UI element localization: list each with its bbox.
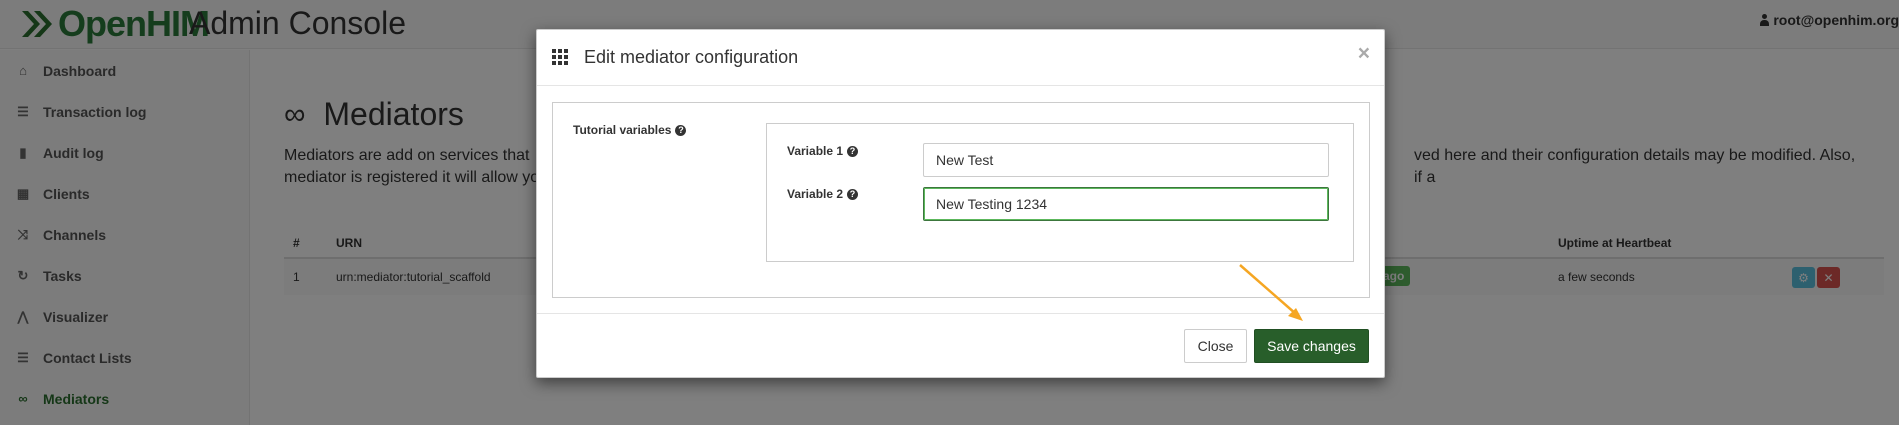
- edit-mediator-config-modal: Edit mediator configuration × Tutorial v…: [536, 29, 1385, 378]
- variable-2-label-text: Variable 2: [787, 187, 844, 201]
- variables-box: Variable 1 ? Variable 2 ?: [766, 123, 1354, 262]
- variable-1-input[interactable]: [923, 143, 1329, 177]
- section-label-text: Tutorial variables: [573, 123, 672, 137]
- modal-close-x[interactable]: ×: [1358, 42, 1370, 66]
- question-circle-icon[interactable]: ?: [847, 145, 859, 157]
- th-grid-icon: [552, 49, 568, 65]
- variable-2-label: Variable 2 ?: [787, 187, 859, 201]
- save-changes-button[interactable]: Save changes: [1254, 329, 1369, 363]
- variable-1-label: Variable 1 ?: [787, 144, 859, 158]
- section-label: Tutorial variables ?: [573, 123, 687, 137]
- variable-1-label-text: Variable 1: [787, 144, 844, 158]
- modal-title: Edit mediator configuration: [584, 47, 799, 67]
- variable-2-input[interactable]: [923, 187, 1329, 221]
- config-section: Tutorial variables ? Variable 1 ? Variab…: [552, 102, 1370, 298]
- modal-footer: Close Save changes: [537, 313, 1384, 378]
- close-button[interactable]: Close: [1184, 329, 1247, 363]
- question-circle-icon[interactable]: ?: [847, 188, 859, 200]
- modal-header: Edit mediator configuration ×: [537, 30, 1384, 86]
- question-circle-icon[interactable]: ?: [675, 124, 687, 136]
